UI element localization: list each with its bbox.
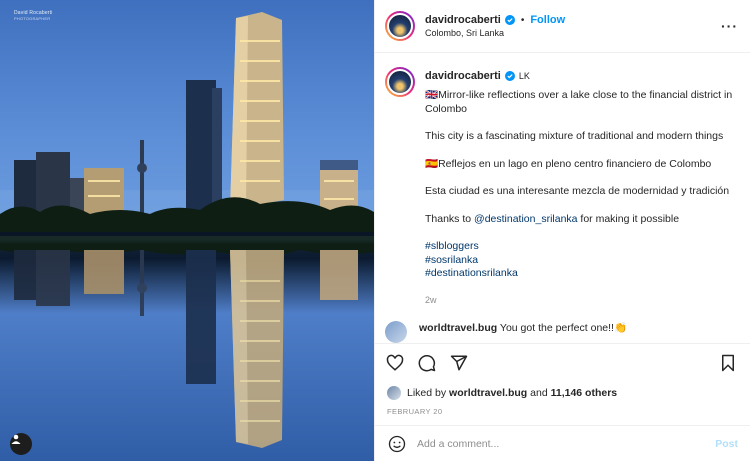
bookmark-icon[interactable] [718,353,738,373]
user-icon [11,434,21,444]
post-image[interactable]: David Rocaberti PHOTOGRAPHER [0,0,374,461]
verified-badge-icon [504,15,515,25]
add-comment-bar: Post [375,425,750,461]
author-avatar[interactable] [385,11,415,41]
caption-avatar[interactable] [385,67,415,97]
commenter-username[interactable]: worldtravel.bug [419,322,497,334]
post-header: davidrocaberti • Follow Colombo, Sri Lan… [375,0,750,53]
caption-paragraph: 🇪🇸Reflejos en un lago en pleno centro fi… [425,157,712,170]
caption-text: 🇬🇧Mirror-like reflections over a lake cl… [425,89,738,281]
post-date[interactable]: FEBRUARY 20 [375,403,750,425]
instagram-post: David Rocaberti PHOTOGRAPHER davidrocabe… [0,0,750,461]
post-comment-button[interactable]: Post [715,438,738,450]
verified-badge-icon [504,71,515,81]
mention-link[interactable]: @destination_srilanka [474,213,577,225]
comment-input[interactable] [417,437,716,450]
share-icon[interactable] [449,353,469,373]
cityscape-photo [0,12,374,448]
caption-age[interactable]: 2w [425,295,738,305]
caption-paragraph: Thanks to @destination_srilanka for maki… [425,212,680,225]
likes-count[interactable]: 11,146 others [551,387,618,399]
hashtag-link[interactable]: #slbloggers [425,240,738,254]
user-tags-button[interactable] [10,433,32,455]
caption-paragraph: This city is a fascinating mixture of tr… [425,130,724,142]
comment-icon[interactable] [417,353,437,373]
skyline-reflection [0,236,374,448]
photo-watermark: David Rocaberti PHOTOGRAPHER [14,10,53,22]
watermark-title: PHOTOGRAPHER [14,16,51,21]
heart-icon[interactable] [385,353,405,373]
action-bar [375,343,750,381]
comment-row: worldtravel.bug You got the perfect one!… [385,320,738,343]
likes-summary: Liked by worldtravel.bug and 11,146 othe… [375,381,750,403]
country-code: LK [518,71,530,81]
author-username[interactable]: davidrocaberti [425,14,501,26]
caption-paragraph: Esta ciudad es una interesante mezcla de… [425,185,730,197]
hashtag-link[interactable]: #sosrilanka [425,254,738,268]
hashtag-list: #slbloggers #sosrilanka #destinationsril… [425,240,738,281]
emoji-icon[interactable] [387,434,407,454]
comment-text: You got the perfect one!!👏 [499,321,628,334]
caption-paragraph: 🇬🇧Mirror-like reflections over a lake cl… [425,89,733,115]
more-options-icon[interactable]: ··· [721,18,738,34]
caption-section: davidrocaberti LK 🇬🇧Mirror-like reflecti… [375,53,750,343]
separator-dot: • [520,14,525,26]
caption-username[interactable]: davidrocaberti [425,70,501,82]
commenter-avatar[interactable] [385,320,407,343]
follow-button[interactable]: Follow [530,14,565,26]
post-details-panel: davidrocaberti • Follow Colombo, Sri Lan… [374,0,750,461]
liker-username[interactable]: worldtravel.bug [449,387,527,399]
post-location[interactable]: Colombo, Sri Lanka [425,28,721,38]
hashtag-link[interactable]: #destinationsrilanka [425,267,738,281]
liker-avatar[interactable] [387,386,401,400]
